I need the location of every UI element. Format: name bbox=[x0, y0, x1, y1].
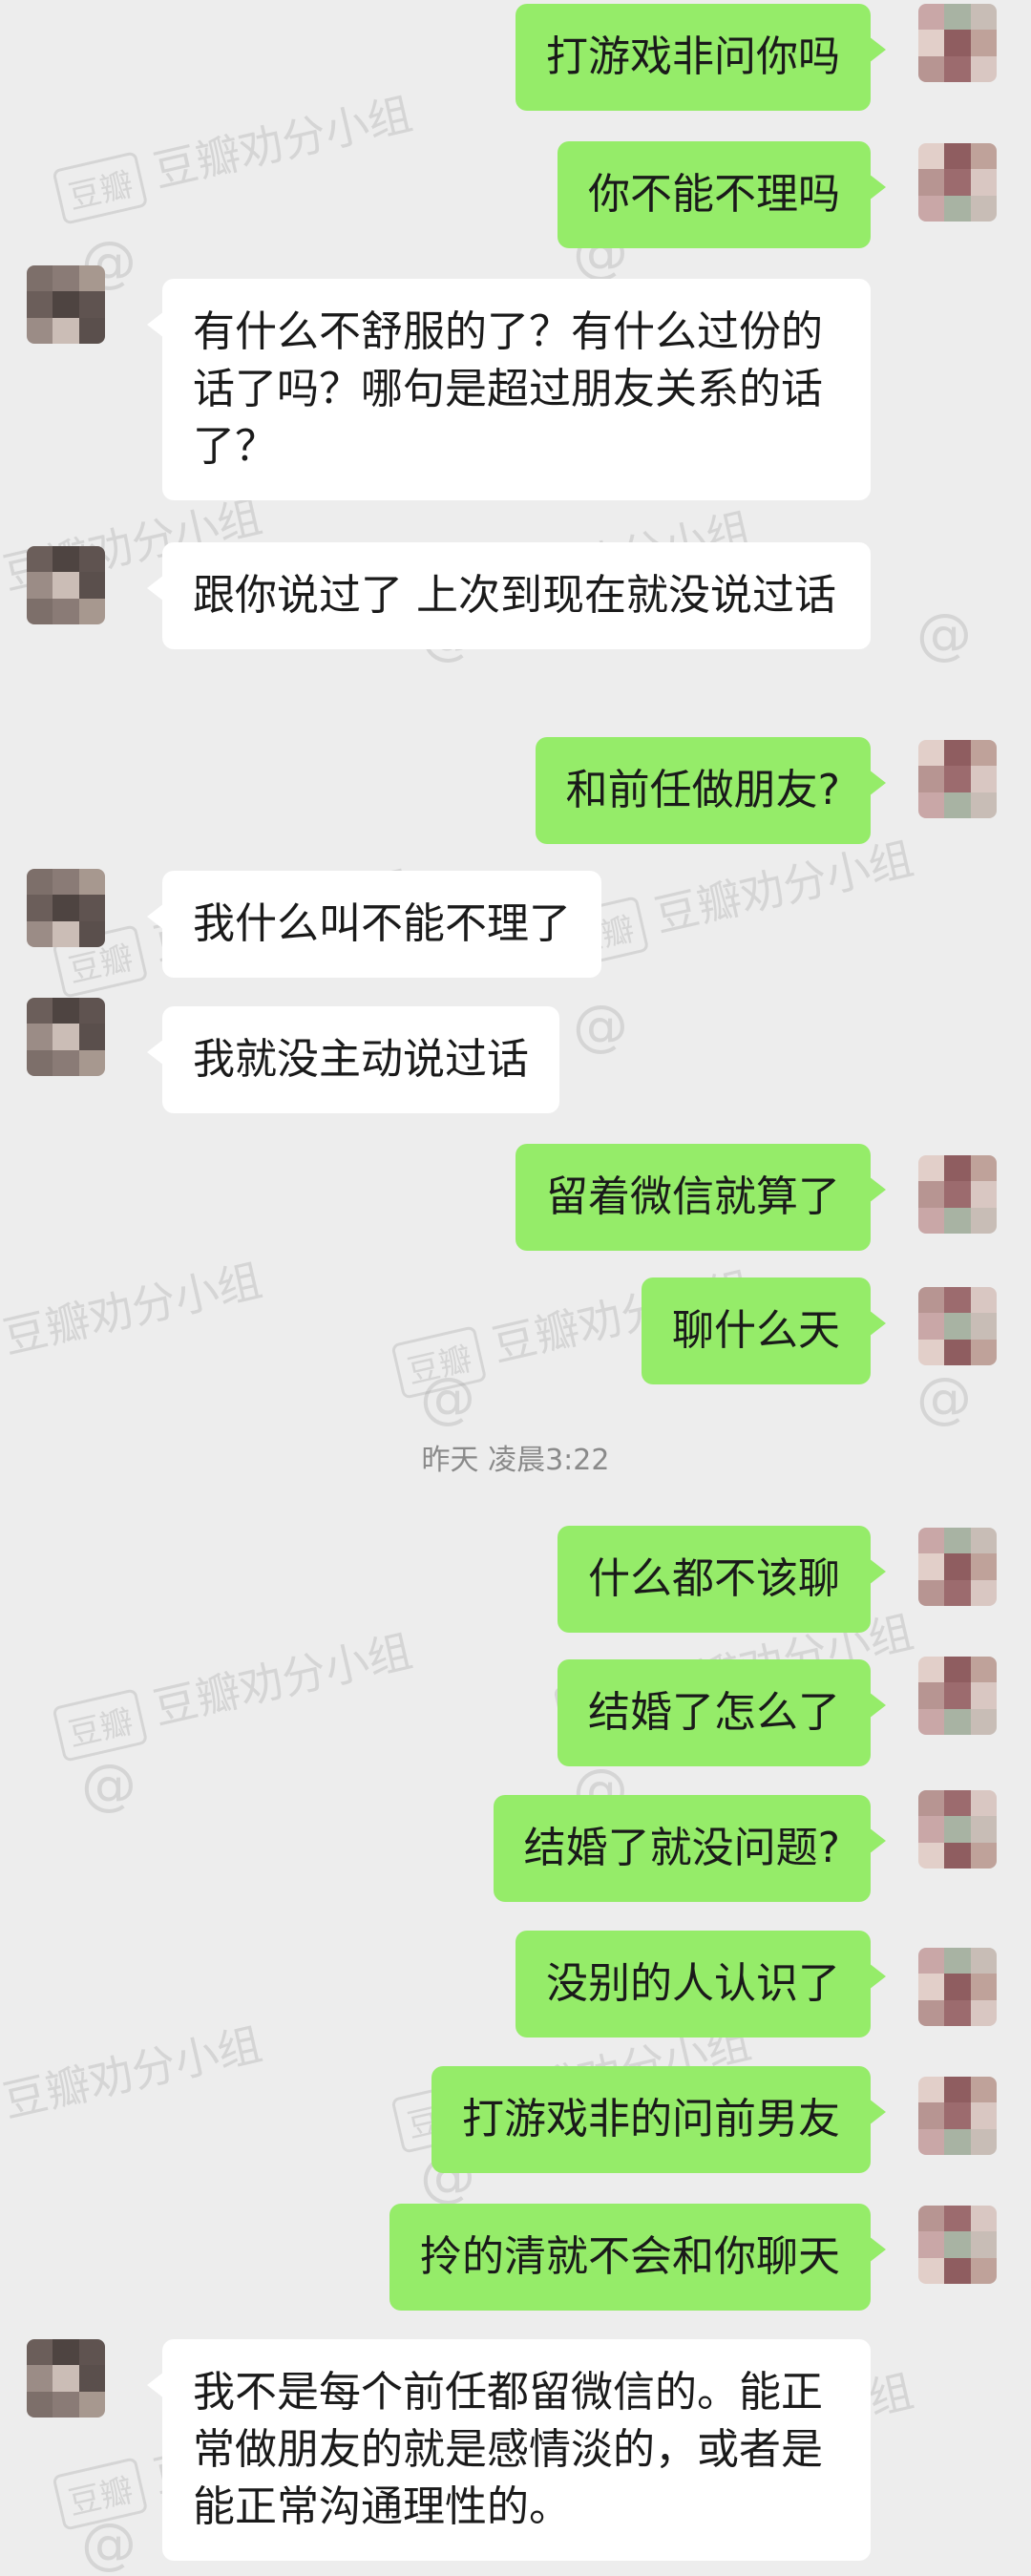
message-bubble-received[interactable]: 我什么叫不能不理了 bbox=[147, 871, 601, 978]
message-bubble-sent[interactable]: 什么都不该聊 bbox=[558, 1526, 886, 1633]
watermark: 豆瓣豆瓣劝分小组 bbox=[551, 824, 919, 970]
watermark: 豆瓣劝分小组 bbox=[0, 2017, 267, 2128]
message-bubble-received[interactable]: 跟你说过了 上次到现在就没说过话 bbox=[147, 542, 871, 649]
avatar[interactable] bbox=[918, 740, 997, 818]
message-bubble-received[interactable]: 有什么不舒服的了？有什么过份的话了吗？哪句是超过朋友关系的话了？ bbox=[147, 279, 871, 500]
avatar[interactable] bbox=[918, 143, 997, 222]
watermark-at: @ bbox=[916, 1365, 972, 1430]
message-bubble-sent[interactable]: 结婚了怎么了 bbox=[558, 1659, 886, 1766]
avatar[interactable] bbox=[918, 2206, 997, 2284]
avatar[interactable] bbox=[27, 546, 105, 624]
message-bubble-sent[interactable]: 你不能不理吗 bbox=[558, 141, 886, 248]
message-bubble-sent[interactable]: 打游戏非的问前男友 bbox=[431, 2066, 886, 2173]
message-bubble-sent[interactable]: 打游戏非问你吗 bbox=[516, 4, 886, 111]
avatar[interactable] bbox=[27, 2339, 105, 2418]
message-bubble-received[interactable]: 我不是每个前任都留微信的。能正常做朋友的就是感情淡的，或者是能正常沟通理性的。 bbox=[147, 2339, 871, 2561]
watermark-at: @ bbox=[81, 1752, 137, 1817]
watermark-at: @ bbox=[573, 993, 628, 1058]
avatar[interactable] bbox=[918, 1155, 997, 1234]
avatar[interactable] bbox=[918, 1657, 997, 1735]
message-bubble-sent[interactable]: 没别的人认识了 bbox=[516, 1931, 886, 2038]
message-bubble-received[interactable]: 我就没主动说过话 bbox=[147, 1006, 559, 1113]
avatar[interactable] bbox=[918, 1790, 997, 1869]
avatar[interactable] bbox=[918, 4, 997, 82]
avatar[interactable] bbox=[918, 1287, 997, 1365]
watermark: 豆瓣劝分小组 bbox=[0, 1254, 267, 1364]
message-bubble-sent[interactable]: 留着微信就算了 bbox=[516, 1144, 886, 1251]
avatar[interactable] bbox=[27, 998, 105, 1076]
watermark-at: @ bbox=[420, 1365, 475, 1430]
avatar[interactable] bbox=[27, 265, 105, 344]
watermark: 豆瓣豆瓣劝分小组 bbox=[50, 1616, 418, 1763]
avatar[interactable] bbox=[918, 1528, 997, 1606]
message-bubble-sent[interactable]: 拎的清就不会和你聊天 bbox=[389, 2204, 886, 2311]
watermark-at: @ bbox=[916, 602, 972, 666]
avatar[interactable] bbox=[918, 1948, 997, 2026]
watermark-at: @ bbox=[81, 2511, 137, 2576]
message-bubble-sent[interactable]: 结婚了就没问题? bbox=[493, 1795, 887, 1902]
timestamp: 昨天 凌晨3:22 bbox=[421, 1444, 610, 1477]
watermark: 豆瓣豆瓣劝分小组 bbox=[50, 79, 418, 225]
avatar[interactable] bbox=[27, 869, 105, 947]
message-bubble-sent[interactable]: 聊什么天 bbox=[642, 1277, 886, 1384]
avatar[interactable] bbox=[918, 2077, 997, 2155]
message-bubble-sent[interactable]: 和前任做朋友? bbox=[535, 737, 887, 844]
